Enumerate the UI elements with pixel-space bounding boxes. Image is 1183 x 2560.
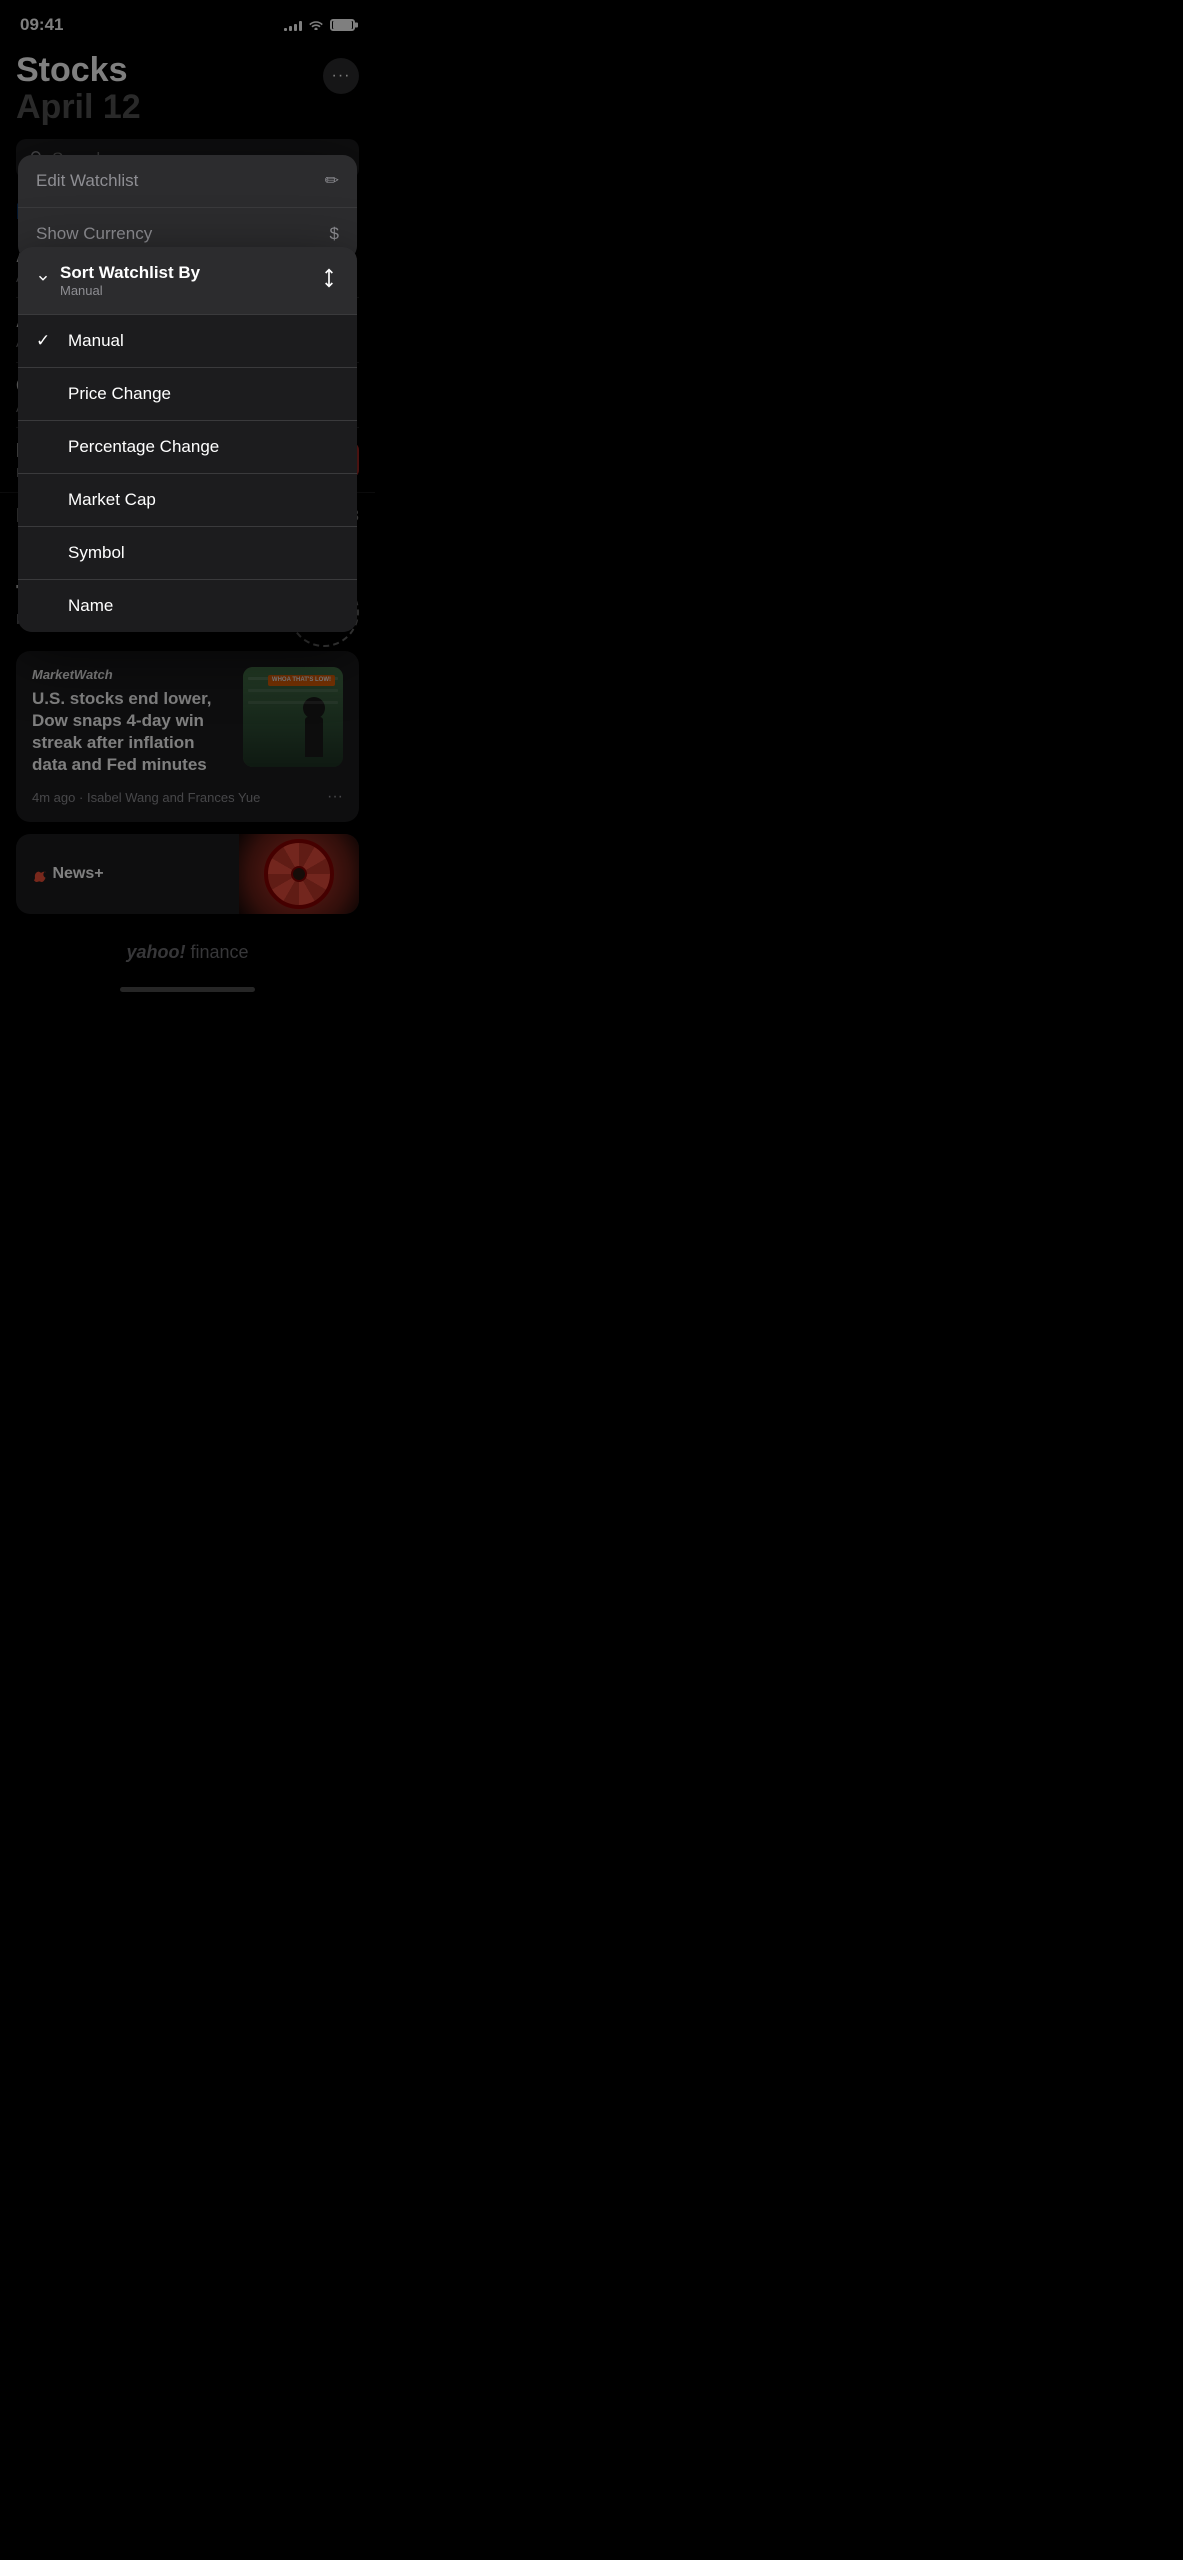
sort-title: Sort Watchlist By <box>60 263 200 283</box>
sort-option-price-change[interactable]: Price Change <box>18 368 357 421</box>
sort-order-icon[interactable] <box>319 268 339 293</box>
sort-option-market-cap[interactable]: Market Cap <box>18 474 357 527</box>
show-currency-label: Show Currency <box>36 224 152 244</box>
sort-option-label: Price Change <box>68 384 171 404</box>
sort-option-label: Name <box>68 596 113 616</box>
edit-icon: ✏ <box>325 171 339 191</box>
sort-option-name[interactable]: Name <box>18 580 357 632</box>
sort-option-label: Percentage Change <box>68 437 219 457</box>
sort-header[interactable]: Sort Watchlist By Manual <box>18 247 357 315</box>
check-icon: ✓ <box>36 331 60 351</box>
sort-option-label: Manual <box>68 331 124 351</box>
sort-option-percentage-change[interactable]: Percentage Change <box>18 421 357 474</box>
sort-watchlist-section: Sort Watchlist By Manual ✓ Manual Price … <box>18 247 357 632</box>
edit-watchlist-label: Edit Watchlist <box>36 171 138 191</box>
sort-option-symbol[interactable]: Symbol <box>18 527 357 580</box>
sort-option-label: Symbol <box>68 543 125 563</box>
sort-option-label: Market Cap <box>68 490 156 510</box>
sort-subtitle: Manual <box>60 283 200 298</box>
edit-watchlist-item[interactable]: Edit Watchlist ✏ <box>18 155 357 208</box>
currency-icon: $ <box>330 224 339 244</box>
sort-option-manual[interactable]: ✓ Manual <box>18 315 357 368</box>
dropdown-menu: Edit Watchlist ✏ Show Currency $ <box>18 155 357 260</box>
sort-collapse-icon <box>36 271 50 290</box>
